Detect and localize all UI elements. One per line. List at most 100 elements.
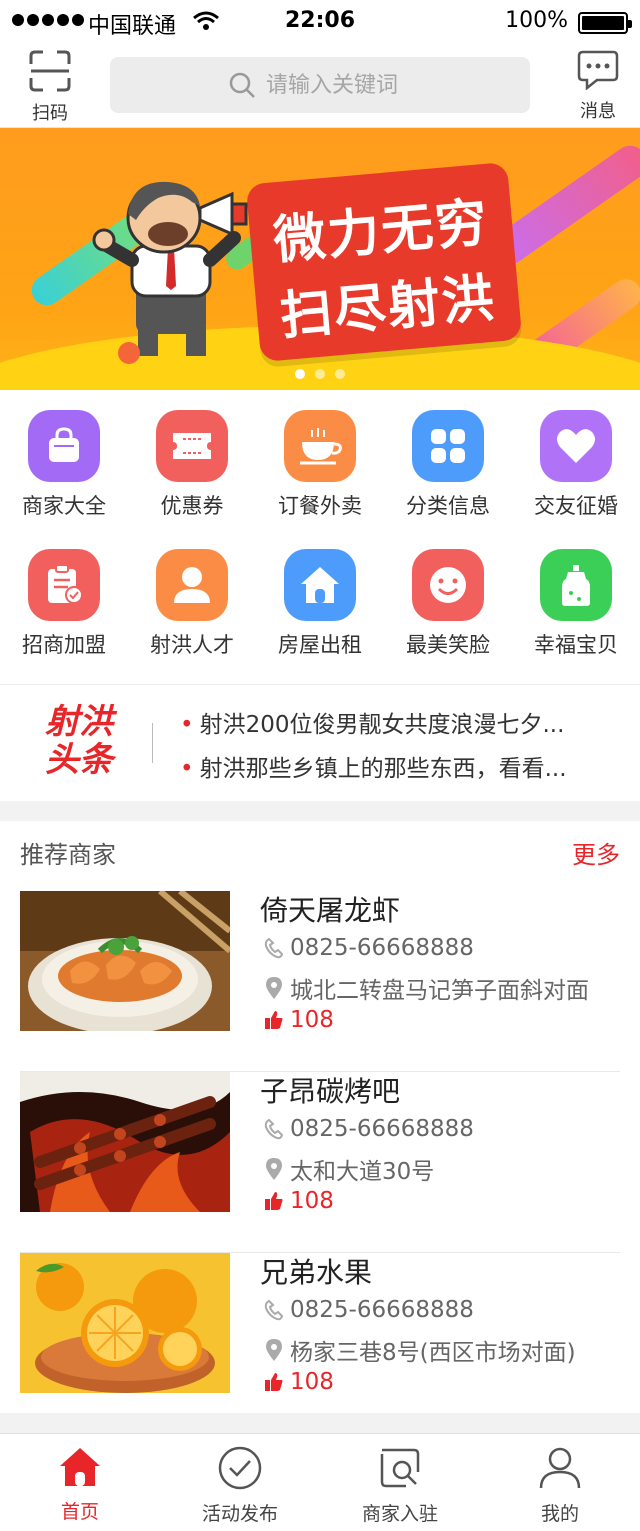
category-dating[interactable]: 交友征婚 <box>512 410 640 520</box>
tab-post-activity[interactable]: 活动发布 <box>160 1446 320 1526</box>
category-grid: 商家大全 优惠券 订餐外卖 分类信息 交友征婚 招商加盟 射洪人才 房屋出租 最… <box>0 390 640 684</box>
shop-card[interactable]: 子昂碳烤吧 0825-66668888 太和大道30号 108 <box>0 1072 640 1253</box>
shop-address: 太和大道30号 <box>290 1159 435 1185</box>
carousel-dot[interactable] <box>335 369 345 379</box>
grid-icon <box>412 410 484 482</box>
bottom-tab-bar: 首页 活动发布 商家入驻 我的 <box>0 1433 640 1531</box>
category-label: 幸福宝贝 <box>534 633 618 657</box>
scan-icon <box>29 50 71 92</box>
shop-name: 倚天屠龙虾 <box>260 894 401 927</box>
phone-icon <box>264 1118 284 1140</box>
baby-bottle-icon <box>540 549 612 621</box>
promo-banner[interactable]: 微力无穷 扫尽射洪 <box>0 128 640 390</box>
section-title: 推荐商家 <box>20 841 116 869</box>
clipboard-icon <box>28 549 100 621</box>
thumbs-up-icon <box>265 1011 283 1029</box>
tab-mine[interactable]: 我的 <box>480 1446 640 1526</box>
recommended-shops: 推荐商家 更多 倚天屠龙虾 0825-66668888 城北二转盘马记笋子面斜对… <box>0 821 640 1413</box>
category-label: 商家大全 <box>22 494 106 518</box>
category-label: 射洪人才 <box>150 633 234 657</box>
category-label: 优惠券 <box>160 494 224 518</box>
tab-label: 商家入驻 <box>361 1503 438 1525</box>
store-search-icon <box>380 1448 420 1488</box>
shop-image-skewers <box>20 1072 230 1212</box>
house-icon <box>284 549 356 621</box>
category-franchise[interactable]: 招商加盟 <box>0 549 128 659</box>
tab-home[interactable]: 首页 <box>0 1446 160 1524</box>
headlines-logo: 射洪 头条 <box>24 703 134 779</box>
shop-address: 城北二转盘马记笋子面斜对面 <box>290 978 589 1004</box>
location-pin-icon <box>266 977 282 999</box>
shop-phone: 0825-66668888 <box>290 1116 474 1142</box>
carousel-indicator[interactable] <box>0 369 640 379</box>
location-pin-icon <box>266 1158 282 1180</box>
shop-name: 子昂碳烤吧 <box>260 1075 401 1108</box>
category-food-delivery[interactable]: 订餐外卖 <box>256 410 384 520</box>
smile-icon <box>412 549 484 621</box>
category-classifieds[interactable]: 分类信息 <box>384 410 512 520</box>
shop-likes-row[interactable]: 108 <box>264 1369 334 1395</box>
headlines-logo-line-1: 射洪 <box>45 702 113 742</box>
shop-address-row: 城北二转盘马记笋子面斜对面 <box>264 971 589 1005</box>
shop-likes: 108 <box>290 1369 334 1395</box>
phone-icon <box>264 937 284 959</box>
shopping-bag-icon <box>28 410 100 482</box>
shop-address-row: 太和大道30号 <box>264 1152 434 1186</box>
scan-button[interactable]: 扫码 <box>15 50 85 125</box>
shop-likes: 108 <box>290 1188 334 1214</box>
search-input[interactable] <box>266 72 516 98</box>
category-label: 房屋出租 <box>278 633 362 657</box>
banner-slogan-card: 微力无穷 扫尽射洪 <box>245 161 523 363</box>
category-label: 订餐外卖 <box>278 494 362 518</box>
ticket-icon <box>156 410 228 482</box>
category-label: 分类信息 <box>406 494 490 518</box>
category-talent[interactable]: 射洪人才 <box>128 549 256 659</box>
tab-label: 我的 <box>540 1503 579 1525</box>
shop-phone-row[interactable]: 0825-66668888 <box>264 1116 474 1142</box>
chat-bubble-icon <box>577 50 619 91</box>
shop-likes: 108 <box>290 1007 334 1033</box>
more-link[interactable]: 更多 <box>572 835 620 870</box>
phone-icon <box>264 1299 284 1321</box>
carousel-dot[interactable] <box>315 369 325 379</box>
tab-label: 首页 <box>60 1501 99 1523</box>
shop-phone: 0825-66668888 <box>290 935 474 961</box>
thumbs-up-icon <box>265 1192 283 1210</box>
shop-image-shrimp <box>20 891 230 1031</box>
headlines-section: 射洪 头条 射洪200位俊男靓女共度浪漫七夕... 射洪那些乡镇上的那些东西，看… <box>0 684 640 801</box>
coffee-cup-icon <box>284 410 356 482</box>
battery-percent: 100% <box>505 8 568 33</box>
category-coupons[interactable]: 优惠券 <box>128 410 256 520</box>
category-label: 交友征婚 <box>534 494 618 518</box>
divider <box>152 723 153 763</box>
shop-name: 兄弟水果 <box>260 1256 373 1289</box>
shop-card[interactable]: 兄弟水果 0825-66668888 杨家三巷8号(西区市场对面) 108 <box>0 1253 640 1434</box>
decor-ball <box>118 342 140 364</box>
home-icon <box>60 1448 100 1486</box>
category-label: 招商加盟 <box>22 633 106 657</box>
search-icon <box>229 72 255 98</box>
shop-phone-row[interactable]: 0825-66668888 <box>264 935 474 961</box>
carousel-dot[interactable] <box>295 369 305 379</box>
top-header: 扫码 消息 <box>0 44 640 128</box>
category-baby[interactable]: 幸福宝贝 <box>512 549 640 659</box>
category-house-rental[interactable]: 房屋出租 <box>256 549 384 659</box>
status-bar: 中国联通 22:06 100% <box>0 0 640 44</box>
shop-likes-row[interactable]: 108 <box>264 1007 334 1033</box>
user-icon <box>539 1447 581 1489</box>
shop-image-oranges <box>20 1253 230 1393</box>
thumbs-up-icon <box>265 1373 283 1391</box>
shop-phone: 0825-66668888 <box>290 1297 474 1323</box>
category-smiles[interactable]: 最美笑脸 <box>384 549 512 659</box>
category-shop-directory[interactable]: 商家大全 <box>0 410 128 520</box>
shop-phone-row[interactable]: 0825-66668888 <box>264 1297 474 1323</box>
location-pin-icon <box>266 1339 282 1361</box>
headline-item[interactable]: 射洪那些乡镇上的那些东西，看看... <box>180 749 567 783</box>
headline-item[interactable]: 射洪200位俊男靓女共度浪漫七夕... <box>180 705 565 739</box>
headlines-logo-line-2: 头条 <box>45 740 113 780</box>
shop-likes-row[interactable]: 108 <box>264 1188 334 1214</box>
tab-merchant-join[interactable]: 商家入驻 <box>320 1446 480 1526</box>
message-button[interactable]: 消息 <box>563 50 633 123</box>
search-bar[interactable] <box>110 57 530 113</box>
shop-card[interactable]: 倚天屠龙虾 0825-66668888 城北二转盘马记笋子面斜对面 108 <box>0 891 640 1072</box>
